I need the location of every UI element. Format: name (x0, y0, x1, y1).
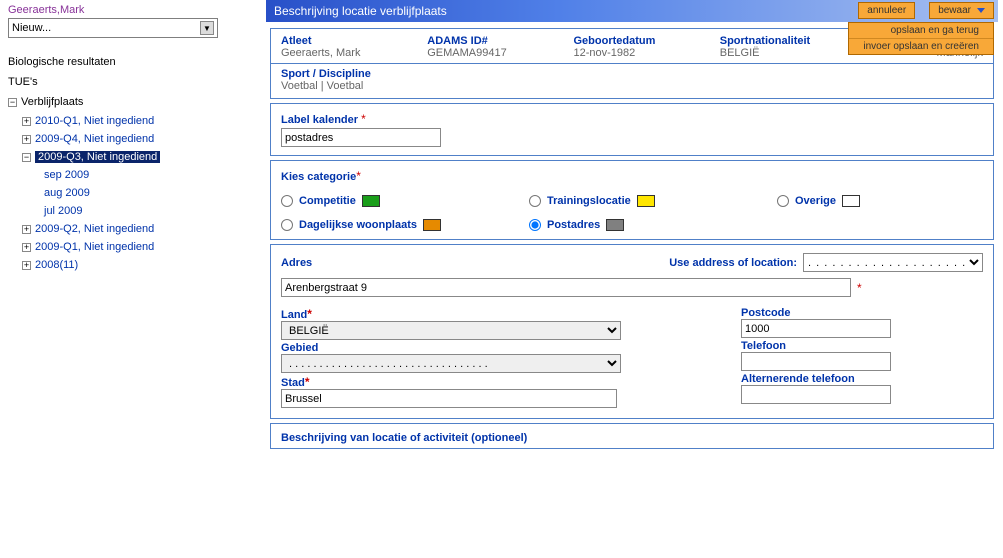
category-label: Dagelijkse woonplaats (299, 219, 417, 231)
required-icon: * (356, 169, 361, 183)
nationality-value: BELGIË (720, 47, 866, 59)
required-icon: * (361, 112, 366, 126)
collapse-icon[interactable]: − (22, 153, 31, 162)
dob-label: Geboortedatum (574, 35, 720, 47)
category-label: Competitie (299, 195, 356, 207)
tree-item-month[interactable]: jul 2009 (44, 202, 234, 220)
stad-input[interactable] (281, 389, 617, 408)
chevron-down-icon: ▼ (200, 21, 214, 35)
tree-item-quarter[interactable]: +2009-Q2, Niet ingediend (22, 220, 234, 238)
tree-item-tue[interactable]: TUE's (8, 72, 234, 92)
gebied-label: Gebied (281, 342, 741, 354)
postcode-label: Postcode (741, 307, 983, 319)
land-select[interactable]: BELGIË (281, 321, 621, 340)
adams-id-label: ADAMS ID# (427, 35, 573, 47)
required-icon: * (305, 375, 310, 389)
tree-item-month[interactable]: sep 2009 (44, 166, 234, 184)
gebied-select[interactable]: . . . . . . . . . . . . . . . . . . . . … (281, 354, 621, 373)
tree-item-quarter[interactable]: +2010-Q1, Niet ingediend (22, 112, 234, 130)
tree-item-bio[interactable]: Biologische resultaten (8, 52, 234, 72)
category-woonplaats-radio[interactable] (281, 219, 293, 231)
adams-id-value: GEMAMA99417 (427, 47, 573, 59)
expand-icon[interactable]: + (22, 261, 31, 270)
telefoon-input[interactable] (741, 352, 891, 371)
new-dropdown-value: Nieuw... (12, 22, 51, 34)
main-panel: Beschrijving locatie verblijfplaats annu… (266, 0, 998, 558)
tree-item-quarter-selected[interactable]: −2009-Q3, Niet ingediend (22, 148, 234, 166)
page-title: Beschrijving locatie verblijfplaats (274, 4, 447, 18)
stad-label: Stad* (281, 375, 741, 389)
tree-item-quarter[interactable]: +2009-Q4, Niet ingediend (22, 130, 234, 148)
color-swatch (362, 195, 380, 207)
expand-icon[interactable]: + (22, 117, 31, 126)
label-kalender-section: Label kalender * (270, 103, 994, 156)
color-swatch (842, 195, 860, 207)
athlete-name-label: Geeraerts,Mark (8, 4, 234, 16)
category-overige-radio[interactable] (777, 195, 789, 207)
tree-item-quarter[interactable]: +2009-Q1, Niet ingediend (22, 238, 234, 256)
color-swatch (637, 195, 655, 207)
collapse-icon[interactable]: − (8, 98, 17, 107)
street-input[interactable] (281, 278, 851, 297)
postcode-input[interactable] (741, 319, 891, 338)
cancel-button[interactable]: annuleer (858, 2, 915, 19)
required-icon: * (857, 281, 862, 295)
description-section: Beschrijving van locatie of activiteit (… (270, 423, 994, 449)
category-label: Overige (795, 195, 836, 207)
category-title: Kies categorie (281, 171, 356, 183)
description-title: Beschrijving van locatie of activiteit (… (281, 432, 527, 444)
color-swatch (606, 219, 624, 231)
save-dropdown-menu: opslaan en ga terug invoer opslaan en cr… (848, 22, 994, 55)
tree-item-month[interactable]: aug 2009 (44, 184, 234, 202)
label-kalender-input[interactable] (281, 128, 441, 147)
save-button[interactable]: bewaar (929, 2, 994, 19)
color-swatch (423, 219, 441, 231)
tree-item-year[interactable]: +2008(11) (22, 256, 234, 274)
use-address-select[interactable]: . . . . . . . . . . . . . . . . . . . . … (803, 253, 983, 272)
category-label: Trainingslocatie (547, 195, 631, 207)
address-section: Adres Use address of location: . . . . .… (270, 244, 994, 419)
titlebar: Beschrijving locatie verblijfplaats annu… (266, 0, 998, 22)
category-label: Postadres (547, 219, 600, 231)
label-kalender-title: Label kalender (281, 114, 358, 126)
new-dropdown[interactable]: Nieuw... ▼ (8, 18, 218, 38)
telefoon-label: Telefoon (741, 340, 983, 352)
nav-tree: Biologische resultaten TUE's −Verblijfpl… (8, 52, 234, 274)
required-icon: * (307, 307, 312, 321)
expand-icon[interactable]: + (22, 135, 31, 144)
use-address-label: Use address of location: (669, 257, 797, 269)
land-label: Land* (281, 307, 741, 321)
sport-value: Voetbal | Voetbal (281, 80, 363, 92)
address-title: Adres (281, 257, 312, 269)
nationality-label: Sportnationaliteit (720, 35, 866, 47)
category-section: Kies categorie* Competitie Trainingsloca… (270, 160, 994, 240)
alt-telefoon-input[interactable] (741, 385, 891, 404)
sidebar: Geeraerts,Mark Nieuw... ▼ Biologische re… (0, 0, 242, 558)
tree-item-verblijfplaats[interactable]: −Verblijfplaats (8, 92, 234, 112)
dob-value: 12-nov-1982 (574, 47, 720, 59)
expand-icon[interactable]: + (22, 225, 31, 234)
save-and-return-item[interactable]: opslaan en ga terug (849, 23, 993, 39)
category-competitie-radio[interactable] (281, 195, 293, 207)
athlete-value: Geeraerts, Mark (281, 47, 427, 59)
sport-label: Sport / Discipline (281, 68, 371, 80)
category-trainingslocatie-radio[interactable] (529, 195, 541, 207)
save-and-create-item[interactable]: invoer opslaan en creëren (849, 39, 993, 54)
alt-telefoon-label: Alternerende telefoon (741, 373, 983, 385)
expand-icon[interactable]: + (22, 243, 31, 252)
athlete-label: Atleet (281, 35, 427, 47)
category-postadres-radio[interactable] (529, 219, 541, 231)
